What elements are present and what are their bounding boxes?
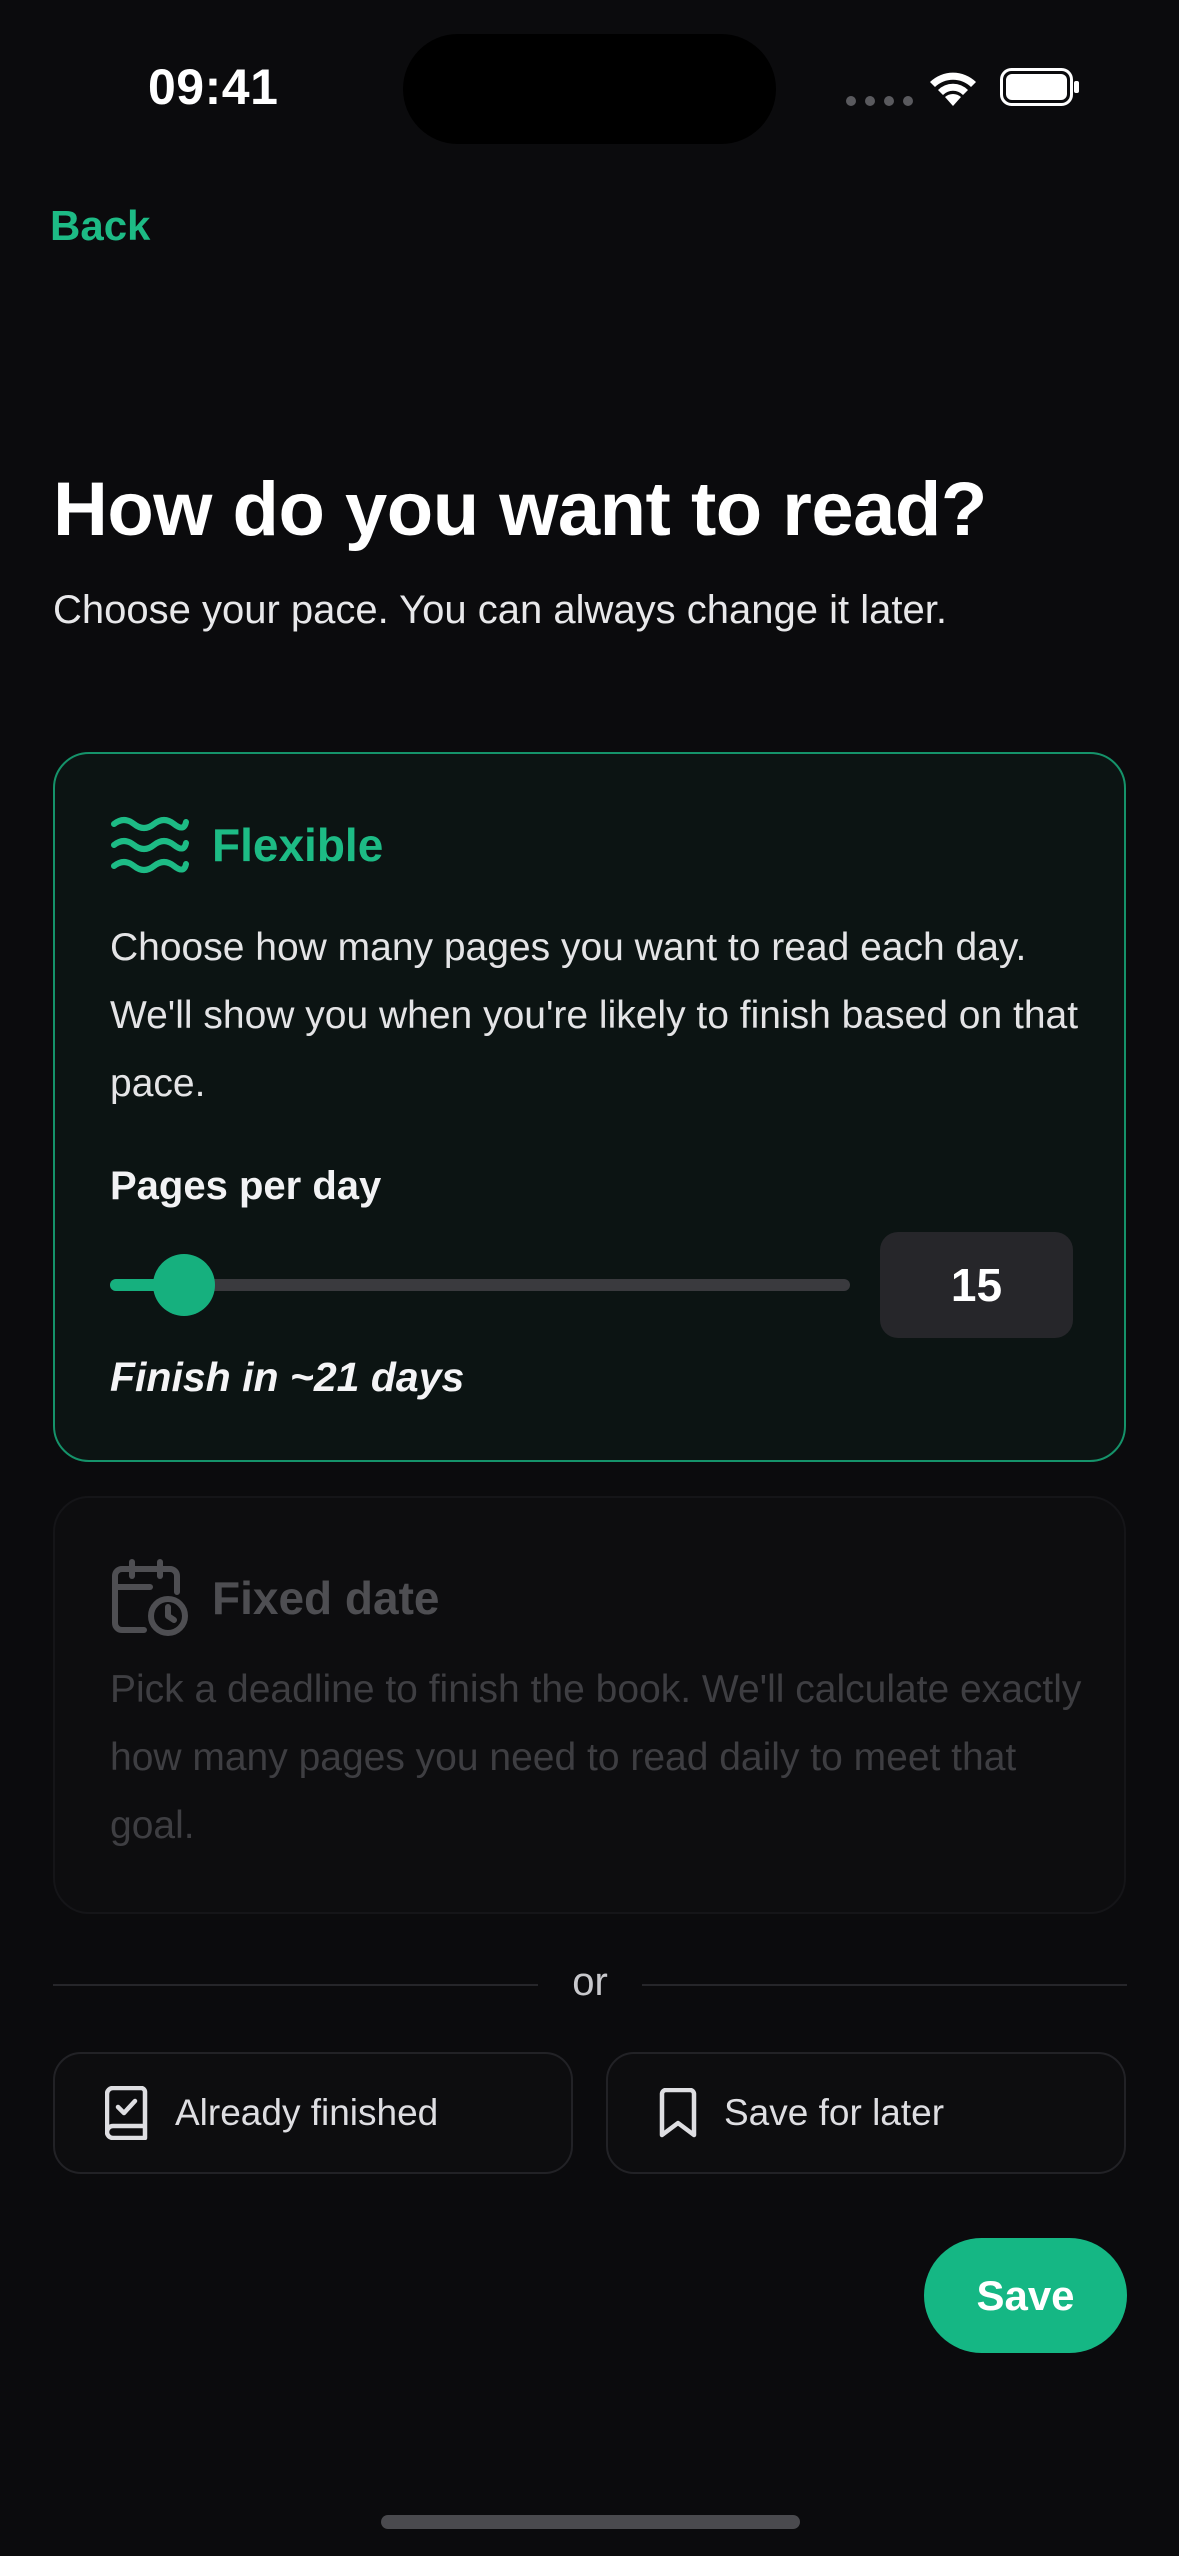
card-header: Flexible bbox=[110, 814, 383, 876]
slider-track bbox=[110, 1279, 850, 1291]
option-description: Choose how many pages you want to read e… bbox=[110, 926, 1079, 1105]
bookmark-icon bbox=[658, 2088, 698, 2138]
finish-estimate: Finish in ~21 days bbox=[110, 1354, 465, 1400]
battery-icon bbox=[1000, 68, 1079, 106]
status-time: 09:41 bbox=[148, 59, 279, 115]
divider-line-right bbox=[642, 1984, 1127, 1986]
page-title: How do you want to read? bbox=[53, 467, 987, 552]
option-card-fixed-date[interactable]: Fixed date Pick a deadline to finish the… bbox=[53, 1496, 1126, 1914]
book-check-icon bbox=[105, 2086, 149, 2140]
card-header: Fixed date bbox=[110, 1558, 440, 1638]
save-for-later-label: Save for later bbox=[724, 2092, 945, 2133]
option-card-flexible[interactable]: Flexible Choose how many pages you want … bbox=[53, 752, 1126, 1462]
dynamic-island bbox=[403, 34, 776, 144]
divider-line-left bbox=[53, 1984, 538, 1986]
pages-per-day-slider[interactable] bbox=[110, 1254, 850, 1316]
divider-or-label: or bbox=[572, 1960, 608, 2004]
option-title: Fixed date bbox=[212, 1572, 440, 1624]
save-for-later-button[interactable]: Save for later bbox=[606, 2052, 1126, 2174]
status-bar: 09:41 bbox=[0, 0, 1179, 150]
pages-per-day-label: Pages per day bbox=[110, 1164, 382, 1208]
already-finished-button[interactable]: Already finished bbox=[53, 2052, 573, 2174]
calendar-clock-icon bbox=[112, 1559, 188, 1636]
pages-per-day-value[interactable]: 15 bbox=[880, 1232, 1073, 1338]
back-button[interactable]: Back bbox=[50, 202, 150, 250]
already-finished-label: Already finished bbox=[175, 2092, 439, 2133]
option-title: Flexible bbox=[212, 819, 384, 871]
page-subtitle: Choose your pace. You can always change … bbox=[53, 588, 947, 632]
wifi-icon bbox=[930, 72, 976, 106]
cellular-signal-icon bbox=[846, 96, 913, 106]
option-description: Pick a deadline to finish the book. We'l… bbox=[110, 1668, 1082, 1847]
waves-icon bbox=[111, 817, 189, 873]
home-indicator[interactable] bbox=[381, 2515, 800, 2529]
slider-thumb[interactable] bbox=[153, 1254, 215, 1316]
save-button[interactable]: Save bbox=[924, 2238, 1127, 2353]
